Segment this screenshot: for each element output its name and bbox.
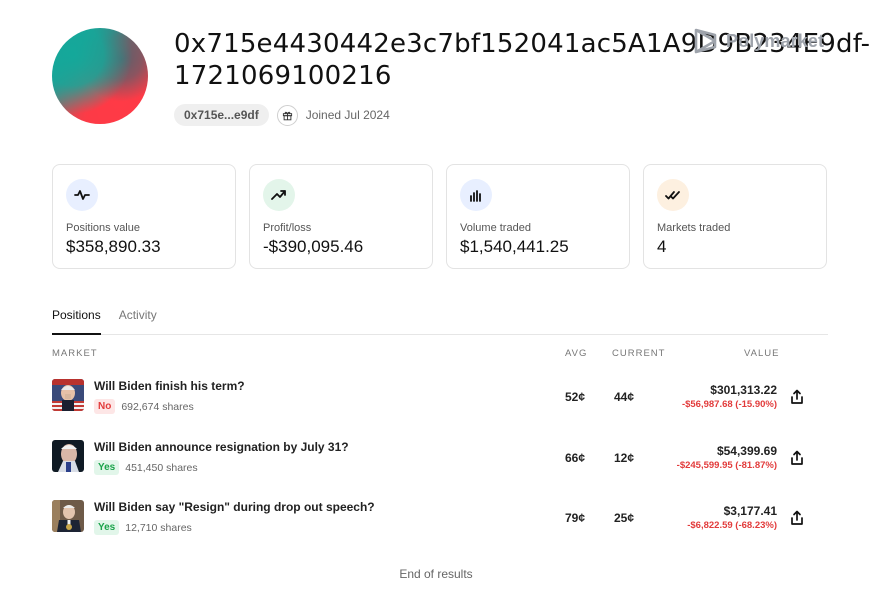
table-header: MARKET AVG CURRENT VALUE [52, 348, 828, 360]
shares-count: 451,450 shares [125, 461, 198, 474]
stat-label: Markets traded [657, 222, 731, 234]
stat-card-profit-loss: Profit/loss -$390,095.46 [249, 164, 433, 269]
share-icon[interactable] [790, 450, 804, 466]
market-question[interactable]: Will Biden say "Resign" during drop out … [94, 500, 375, 514]
shares-count: 12,710 shares [125, 521, 192, 534]
outcome-badge: Yes [94, 460, 120, 475]
market-thumbnail [52, 440, 84, 472]
polymarket-logo-icon [694, 28, 717, 54]
brand-name: Polymarket [726, 30, 825, 51]
address-pill[interactable]: 0x715e...e9df [174, 104, 269, 126]
table-row[interactable]: Will Biden announce resignation by July … [52, 440, 828, 488]
avg-price: 79¢ [565, 511, 586, 525]
market-question[interactable]: Will Biden finish his term? [94, 379, 245, 393]
tab-activity[interactable]: Activity [119, 300, 157, 335]
column-header-market: MARKET [52, 348, 98, 359]
column-header-current: CURRENT [612, 348, 666, 359]
stats-row: Positions value $358,890.33 Profit/loss … [52, 164, 827, 269]
stat-label: Volume traded [460, 222, 531, 234]
profile-avatar [52, 28, 148, 124]
column-header-value: VALUE [744, 348, 780, 359]
stat-card-positions-value: Positions value $358,890.33 [52, 164, 236, 269]
position-value: $3,177.41 -$6,822.59 (-68.23%) [687, 504, 777, 531]
position-value: $54,399.69 -$245,599.95 (-81.87%) [677, 444, 777, 471]
avg-price: 66¢ [565, 451, 586, 465]
value-amount: $3,177.41 [723, 504, 777, 518]
stat-card-markets-traded: Markets traded 4 [643, 164, 827, 269]
trend-up-icon [263, 179, 295, 211]
share-icon[interactable] [790, 389, 804, 405]
joined-date: Joined Jul 2024 [305, 108, 390, 122]
stat-value: 4 [657, 237, 667, 256]
current-price: 12¢ [614, 451, 635, 465]
stat-value: $1,540,441.25 [460, 237, 569, 256]
position-summary: Yes 12,710 shares [94, 520, 192, 535]
profile-meta: 0x715e...e9df Joined Jul 2024 [174, 104, 390, 126]
table-row[interactable]: Will Biden finish his term? No 692,674 s… [52, 379, 828, 427]
market-thumbnail [52, 500, 84, 532]
bar-chart-icon [460, 179, 492, 211]
current-price: 25¢ [614, 511, 635, 525]
position-summary: No 692,674 shares [94, 399, 194, 414]
value-change: -$245,599.95 (-81.87%) [676, 460, 777, 471]
avg-price: 52¢ [565, 390, 586, 404]
gift-icon [276, 104, 298, 126]
tab-bar: Positions Activity [52, 300, 828, 335]
stat-value: $358,890.33 [66, 237, 161, 256]
stat-value: -$390,095.46 [263, 237, 364, 256]
market-thumbnail [52, 379, 84, 411]
value-change: -$6,822.59 (-68.23%) [687, 520, 777, 531]
brand-logo[interactable]: Polymarket [693, 27, 824, 55]
outcome-badge: No [94, 399, 116, 414]
profile-title: 0x715e4430442e3c7bf152041ac5A1A9D9B234E9… [174, 29, 871, 91]
value-change: -$56,987.68 (-15.90%) [681, 399, 777, 410]
check-double-icon [657, 179, 689, 211]
value-amount: $301,313.22 [710, 383, 777, 397]
end-of-results: End of results [399, 567, 473, 581]
current-price: 44¢ [614, 390, 635, 404]
position-summary: Yes 451,450 shares [94, 460, 198, 475]
share-icon[interactable] [790, 510, 804, 526]
column-header-avg: AVG [565, 348, 588, 359]
stat-label: Profit/loss [263, 222, 312, 234]
table-row[interactable]: Will Biden say "Resign" during drop out … [52, 500, 828, 548]
stat-card-volume-traded: Volume traded $1,540,441.25 [446, 164, 630, 269]
outcome-badge: Yes [94, 520, 120, 535]
shares-count: 692,674 shares [121, 400, 194, 413]
market-question[interactable]: Will Biden announce resignation by July … [94, 440, 349, 454]
pulse-icon [66, 179, 98, 211]
position-value: $301,313.22 -$56,987.68 (-15.90%) [682, 383, 777, 410]
tab-positions[interactable]: Positions [52, 300, 101, 335]
value-amount: $54,399.69 [716, 444, 777, 458]
stat-label: Positions value [66, 222, 140, 234]
